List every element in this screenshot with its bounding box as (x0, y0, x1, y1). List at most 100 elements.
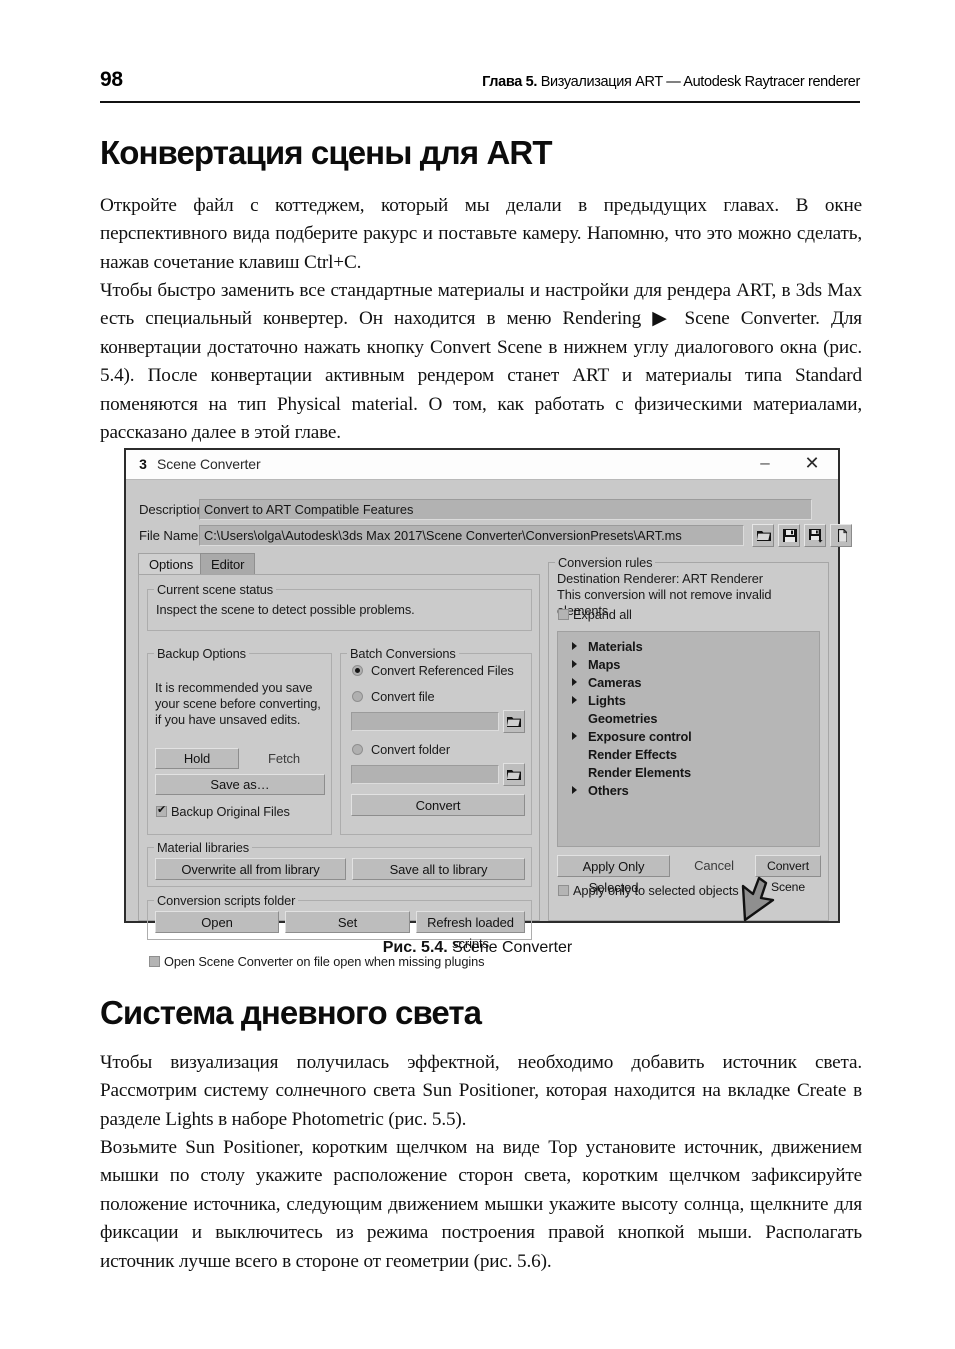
conversion-rules-panel: Conversion rules Destination Renderer: A… (548, 555, 829, 921)
rule-label: Render Effects (588, 747, 677, 762)
app-3dsmax-icon: 3 (139, 456, 147, 472)
rule-item-others[interactable]: Others (558, 782, 819, 800)
chapter-label: Глава 5. (482, 74, 538, 90)
paragraph-daylight-intro: Чтобы визуализация получилась эффектной,… (100, 1052, 862, 1130)
open-on-missing-plugins-checkbox[interactable] (149, 956, 160, 967)
convert-folder-browse-icon[interactable] (503, 763, 525, 786)
refresh-loaded-scripts-button[interactable]: Refresh loaded scripts (416, 911, 525, 951)
filename-input[interactable]: C:\Users\olga\Autodesk\3ds Max 2017\Scen… (199, 525, 744, 546)
tab-options[interactable]: Options (138, 553, 205, 575)
dialog-body: Description Convert to ART Compatible Fe… (126, 480, 852, 969)
overwrite-all-from-library-button[interactable]: Overwrite all from library (155, 858, 346, 880)
expand-all-label: Expand all (573, 607, 632, 622)
convert-folder-input[interactable] (351, 765, 499, 784)
conversion-rules-title: Conversion rules (555, 555, 656, 570)
conversion-scripts-folder-title: Conversion scripts folder (154, 893, 299, 908)
fetch-button: Fetch (267, 751, 300, 766)
tab-editor[interactable]: Editor (200, 553, 256, 575)
save-as-icon[interactable] (804, 524, 826, 547)
header-divider (100, 101, 860, 103)
backup-original-files-checkbox[interactable] (156, 803, 167, 817)
chevron-right-icon[interactable] (572, 678, 577, 686)
description-label: Description (139, 502, 204, 517)
hold-button[interactable]: Hold (155, 748, 239, 769)
chapter-name: Визуализация ART — Autodesk Raytracer re… (537, 74, 861, 90)
label-convert-referenced-files: Convert Referenced Files (371, 663, 514, 678)
rule-label: Cameras (588, 675, 642, 690)
save-as-button[interactable]: Save as… (155, 774, 325, 795)
book-page: 98 Глава 5. Визуализация ART — Autodesk … (0, 0, 955, 1349)
chevron-right-icon[interactable] (572, 642, 577, 650)
backup-note: It is recommended you save your scene be… (155, 680, 321, 727)
figure-caption: Рис. 5.4. Scene Converter (0, 939, 955, 957)
backup-original-files-label: Backup Original Files (171, 804, 290, 819)
backup-options-group: Backup Options It is recommended you sav… (147, 646, 332, 835)
conversion-scripts-folder-group: Conversion scripts folder Open Set Refre… (147, 893, 532, 951)
rule-label: Maps (588, 657, 621, 672)
rule-label: Materials (588, 639, 643, 654)
open-folder-icon[interactable] (752, 524, 774, 547)
paragraph-scene-converter: Чтобы быстро заменить все стандартные ма… (100, 280, 862, 444)
paragraph-sun-positioner: Возьмите Sun Positioner, коротким щелчко… (100, 1137, 862, 1272)
rule-item-render-elements[interactable]: Render Elements (558, 764, 819, 782)
destination-renderer-text: Destination Renderer: ART Renderer (557, 571, 763, 586)
radio-convert-file[interactable] (352, 691, 363, 702)
section-heading-conversion: Конвертация сцены для ART (100, 134, 553, 171)
description-input[interactable]: Convert to ART Compatible Features (199, 499, 812, 520)
rule-item-geometries[interactable]: Geometries (558, 710, 819, 728)
scene-converter-dialog: 3 Scene Converter – ✕ Description Conver… (124, 448, 852, 969)
rule-label: Render Elements (588, 765, 692, 780)
save-icon[interactable] (778, 524, 800, 547)
rule-label: Exposure control (588, 729, 692, 744)
section-heading-daylight: Система дневного света (100, 994, 482, 1031)
radio-convert-referenced-files[interactable] (352, 665, 363, 676)
conversion-rules-list[interactable]: Materials Maps Cameras Lights Geometries… (557, 631, 820, 847)
backup-options-title: Backup Options (154, 646, 249, 661)
rule-label: Lights (588, 693, 626, 708)
scripts-open-button[interactable]: Open (155, 911, 279, 933)
minimize-icon[interactable]: – (752, 454, 778, 474)
running-head: 98 Глава 5. Визуализация ART — Autodesk … (100, 68, 860, 102)
label-convert-file: Convert file (371, 689, 435, 704)
chevron-right-icon[interactable] (572, 786, 577, 794)
current-scene-status-text: Inspect the scene to detect possible pro… (156, 602, 415, 617)
batch-conversions-title: Batch Conversions (347, 646, 459, 661)
convert-file-input[interactable] (351, 712, 499, 731)
rule-item-materials[interactable]: Materials (558, 638, 819, 656)
convert-button[interactable]: Convert (351, 794, 525, 816)
material-libraries-title: Material libraries (154, 840, 253, 855)
save-all-to-library-button[interactable]: Save all to library (352, 858, 525, 880)
options-panel: Current scene status Inspect the scene t… (138, 574, 540, 969)
rule-item-lights[interactable]: Lights (558, 692, 819, 710)
chevron-right-icon[interactable] (572, 660, 577, 668)
paragraph-open-file: Откройте файл с коттеджем, который мы де… (100, 195, 862, 273)
chevron-right-icon[interactable] (572, 696, 577, 704)
rule-item-cameras[interactable]: Cameras (558, 674, 819, 692)
scripts-set-button[interactable]: Set (285, 911, 410, 933)
mouse-cursor-icon (741, 872, 781, 924)
apply-only-to-selected-objects-label: Apply only to selected objects (573, 883, 739, 898)
rule-label: Others (588, 783, 629, 798)
rule-item-exposure-control[interactable]: Exposure control (558, 728, 819, 746)
rule-label: Geometries (588, 711, 658, 726)
new-document-icon[interactable] (830, 524, 852, 547)
expand-all-checkbox[interactable] (558, 609, 569, 620)
current-scene-status-group: Current scene status Inspect the scene t… (147, 582, 532, 631)
label-convert-folder: Convert folder (371, 742, 450, 757)
radio-convert-folder[interactable] (352, 744, 363, 755)
close-icon[interactable]: ✕ (800, 453, 824, 475)
batch-conversions-group: Batch Conversions Convert Referenced Fil… (340, 646, 532, 835)
rule-item-render-effects[interactable]: Render Effects (558, 746, 819, 764)
rule-item-maps[interactable]: Maps (558, 656, 819, 674)
dialog-titlebar[interactable]: 3 Scene Converter – ✕ (126, 450, 838, 480)
convert-file-browse-icon[interactable] (503, 710, 525, 733)
current-scene-status-title: Current scene status (154, 582, 277, 597)
apply-only-selected-button[interactable]: Apply Only Selected (557, 855, 670, 895)
page-number: 98 (100, 68, 123, 91)
figure-title: Scene Converter (447, 939, 573, 956)
filename-label: File Name (139, 528, 199, 543)
chevron-right-icon[interactable] (572, 732, 577, 740)
material-libraries-group: Material libraries Overwrite all from li… (147, 840, 532, 887)
dialog-title: Scene Converter (157, 456, 261, 472)
apply-only-to-selected-objects-checkbox[interactable] (558, 885, 569, 896)
